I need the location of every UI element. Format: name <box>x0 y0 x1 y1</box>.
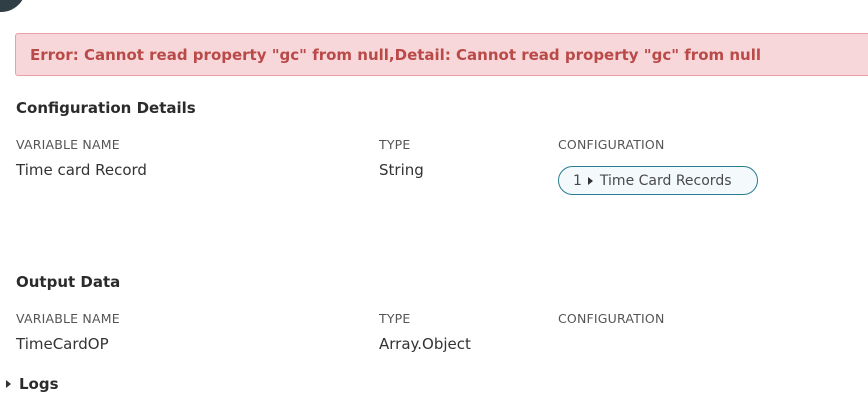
config-header-variable-name: VARIABLE NAME <box>16 137 120 152</box>
config-header-type: TYPE <box>379 137 411 152</box>
page: Error: Cannot read property "gc" from nu… <box>0 0 868 403</box>
error-banner: Error: Cannot read property "gc" from nu… <box>15 33 868 76</box>
output-variable-name: TimeCardOP <box>16 335 109 353</box>
output-data-title: Output Data <box>16 273 121 291</box>
avatar[interactable] <box>0 0 26 12</box>
logs-toggle[interactable]: Logs <box>6 375 59 393</box>
logs-label: Logs <box>19 375 59 393</box>
config-header-configuration: CONFIGURATION <box>558 137 665 152</box>
output-header-configuration: CONFIGURATION <box>558 311 665 326</box>
output-header-type: TYPE <box>379 311 411 326</box>
config-variable-name: Time card Record <box>16 161 147 179</box>
error-message: Error: Cannot read property "gc" from nu… <box>30 45 762 64</box>
output-header-variable-name: VARIABLE NAME <box>16 311 120 326</box>
caret-right-icon <box>587 176 593 185</box>
config-records-pill[interactable]: 1 Time Card Records <box>558 166 758 195</box>
config-variable-type: String <box>379 161 424 179</box>
config-records-count: 1 <box>573 172 582 189</box>
configuration-details-title: Configuration Details <box>16 99 196 117</box>
caret-right-icon <box>6 380 11 388</box>
config-records-label: Time Card Records <box>599 172 732 189</box>
output-variable-type: Array.Object <box>379 335 471 353</box>
